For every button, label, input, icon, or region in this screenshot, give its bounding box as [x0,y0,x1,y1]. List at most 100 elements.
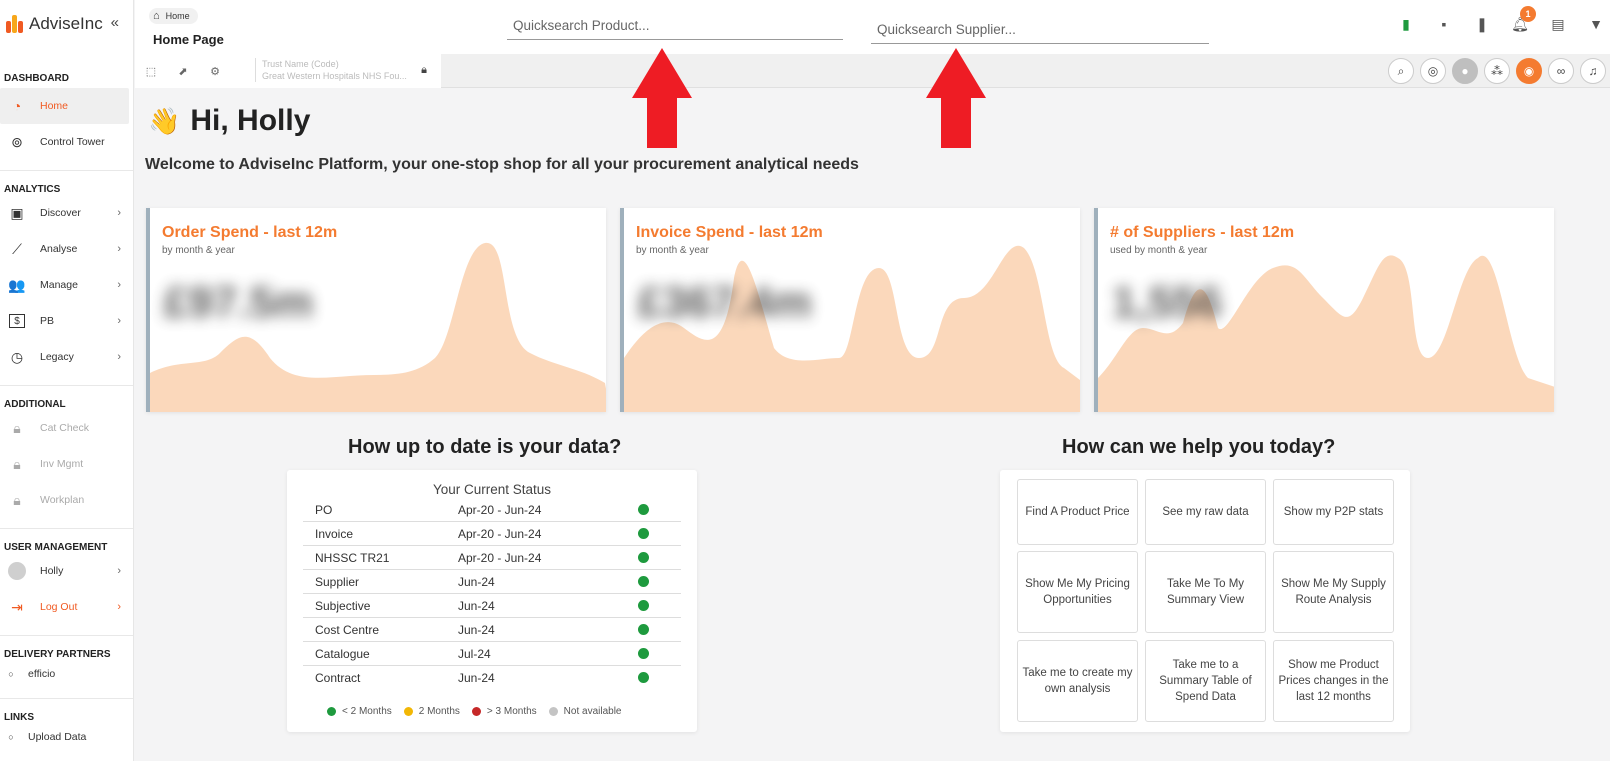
sidebar-item-label: Workplan [40,494,85,506]
logo[interactable]: AdviseInc « [0,0,133,48]
legend-label: Not available [563,706,622,717]
sidebar-item-inv-mgmt[interactable]: 🔒︎ Inv Mgmt [0,446,133,482]
headset-icon[interactable]: ♫ [1580,58,1606,84]
sidebar-item-label: Cat Check [40,422,90,434]
sidebar-item-label: Legacy [40,351,74,363]
sidebar-item-home[interactable]: ◔ Home [0,88,129,124]
summary-table-spend-button[interactable]: Take me to a Summary Table of Spend Data [1145,640,1266,722]
invoice-spend-card[interactable]: Invoice Spend - last 12m by month & year… [620,208,1080,412]
sidebar-item-workplan[interactable]: 🔒︎ Workplan [0,482,133,518]
sidebar-item-cat-check[interactable]: 🔒︎ Cat Check [0,410,133,446]
status-dot-icon [638,576,649,587]
order-spend-card[interactable]: Order Spend - last 12m by month & year £… [146,208,606,412]
section-delivery-partners: DELIVERY PARTNERS [4,649,111,660]
trust-selector[interactable]: Trust Name (Code) Great Western Hospital… [255,58,435,82]
breadcrumb-label: Home [165,11,190,21]
status-dot-icon [638,504,649,515]
row-range: Jul-24 [458,647,491,661]
status-dot-icon [638,648,649,659]
status-dot-icon [638,600,649,611]
sidebar-item-legacy[interactable]: ◷ Legacy › [0,339,133,375]
group-icon[interactable]: ⁂ [1484,58,1510,84]
wave-icon: 👋 [148,105,181,136]
section-links: LINKS [4,712,34,723]
search-icon[interactable]: ⌕ [1388,58,1414,84]
bell-icon[interactable]: 🔔︎ 1 [1510,6,1536,34]
row-label: Subjective [315,599,371,613]
product-price-changes-button[interactable]: Show me Product Prices changes in the la… [1273,640,1394,722]
collapse-sidebar-icon[interactable]: « [111,14,119,31]
legend-label: 2 Months [418,706,460,717]
table-row: Cost Centre Jun-24 [303,618,681,642]
sidebar-item-analyse[interactable]: ⟋ Analyse › [0,231,133,267]
breadcrumb[interactable]: ⌂ Home [149,8,198,24]
eye-icon[interactable]: ◉ [1516,58,1542,84]
target-icon[interactable]: ◎ [1420,58,1446,84]
sidebar-item-log-out[interactable]: ⇥ Log Out › [0,589,133,625]
table-row: Contract Jun-24 [303,666,681,690]
home-icon: ⌂ [153,10,160,22]
chevron-right-icon: › [117,565,121,577]
row-range: Apr-20 - Jun-24 [458,527,542,541]
help-heading: How can we help you today? [1062,436,1336,458]
sidebar-item-label: Analyse [40,243,78,255]
sidebar-item-pb[interactable]: $ PB › [0,303,133,339]
toolbar-tools: ⬚ ⬈ ⚙ Trust Name (Code) Great Western Ho… [135,54,441,88]
section-dashboard: DASHBOARD [4,73,69,84]
show-p2p-stats-button[interactable]: Show my P2P stats [1273,479,1394,545]
filter-icon[interactable]: ▼ [1586,14,1606,34]
sidebar-item-efficio[interactable]: ○ efficio [0,660,133,688]
clipboard-green-icon[interactable]: ▮ [1396,14,1416,34]
row-label: NHSSC TR21 [315,551,390,565]
row-range: Apr-20 - Jun-24 [458,503,542,517]
pricing-opportunities-button[interactable]: Show Me My Pricing Opportunities [1017,551,1138,633]
settings-icon[interactable]: ⚙ [199,65,231,78]
create-own-analysis-button[interactable]: Take me to create my own analysis [1017,640,1138,722]
card-title: Invoice Spend - last 12m [636,224,823,241]
trust-value: Great Western Hospitals NHS Fou... [262,71,407,81]
sidebar-item-holly[interactable]: Holly › [0,553,133,589]
clipboard-icon[interactable]: ▤ [1548,14,1568,34]
sidebar-item-manage[interactable]: 👥 Manage › [0,267,133,303]
logo-text: AdviseInc [29,14,103,33]
sidebar-item-control-tower[interactable]: ⊚ Control Tower [0,124,133,160]
sidebar-item-upload-data[interactable]: ○ Upload Data [0,723,133,751]
page-title: Home Page [153,32,224,47]
section-user-management: USER MANAGEMENT [4,542,108,553]
table-row: PO Apr-20 - Jun-24 [303,498,681,522]
speedometer-icon: ◔ [12,98,22,114]
summary-view-button[interactable]: Take Me To My Summary View [1145,551,1266,633]
user-icon[interactable]: ● [1452,58,1478,84]
export-icon[interactable]: ⬈ [167,65,199,78]
search-supplier-input[interactable]: Quicksearch Supplier... [871,14,1209,44]
sidebar-item-label: Discover [40,207,81,219]
table-row: Invoice Apr-20 - Jun-24 [303,522,681,546]
table-row: Supplier Jun-24 [303,570,681,594]
card-value: 1,556 [1112,278,1223,327]
supply-route-analysis-button[interactable]: Show Me My Supply Route Analysis [1273,551,1394,633]
row-label: Invoice [315,527,354,541]
select-icon[interactable]: ⬚ [135,65,167,78]
greeting: 👋 Hi, Holly [148,104,310,138]
see-raw-data-button[interactable]: See my raw data [1145,479,1266,545]
row-range: Apr-20 - Jun-24 [458,551,542,565]
sidebar: AdviseInc « DASHBOARD ◔ Home ⊚ Control T… [0,0,134,761]
greeting-text: Hi, Holly [190,104,311,137]
sidebar-item-discover[interactable]: ▣ Discover › [0,195,133,231]
link-icon[interactable]: ∞ [1548,58,1574,84]
card-title: # of Suppliers - last 12m [1110,224,1295,241]
row-range: Jun-24 [458,575,495,589]
feedback-icon[interactable]: ▪ [1434,14,1454,34]
top-header: ⌂ Home Home Page Quicksearch Product... … [135,0,1610,54]
circle-icon: ○ [8,669,14,679]
suppliers-card[interactable]: # of Suppliers - last 12m used by month … [1094,208,1554,412]
sidebar-item-label: Upload Data [28,731,87,743]
search-product-input[interactable]: Quicksearch Product... [507,10,843,40]
chevron-right-icon: › [117,279,121,291]
sidebar-item-label: Control Tower [40,136,105,148]
legend-dot-icon [548,707,558,716]
bookmark-icon[interactable]: ❚ [1472,14,1492,34]
sidebar-item-label: efficio [28,668,56,680]
legend-dot-icon [327,707,336,716]
find-product-price-button[interactable]: Find A Product Price [1017,479,1138,545]
